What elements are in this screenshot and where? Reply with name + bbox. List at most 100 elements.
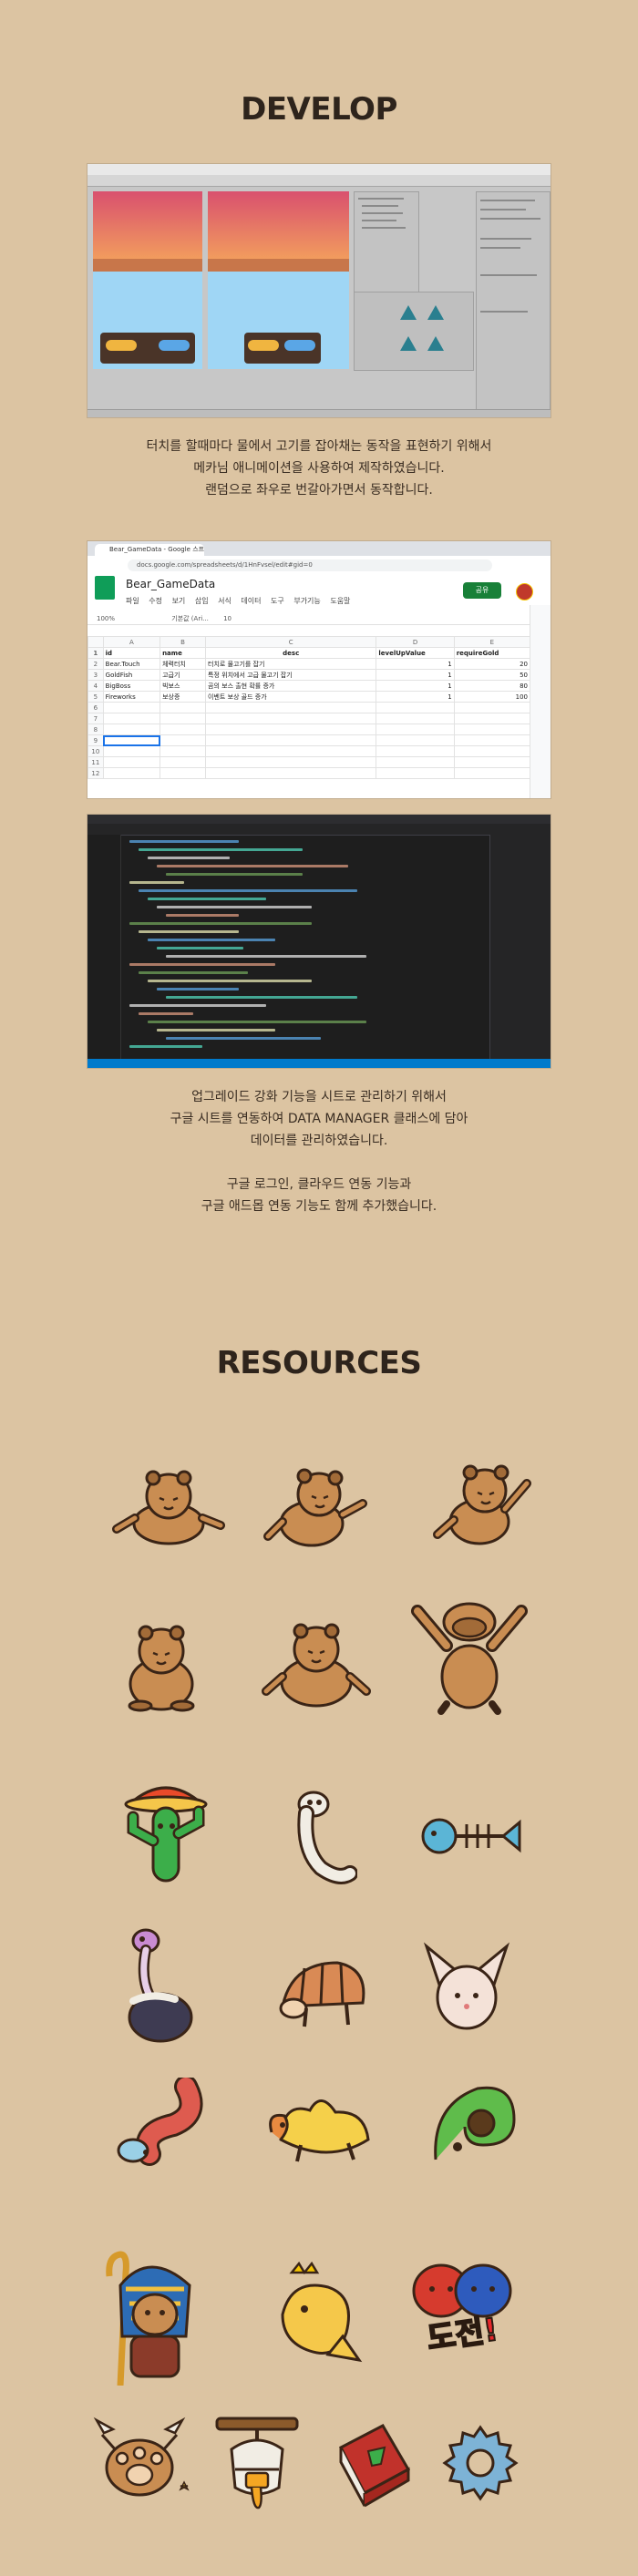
table-cell[interactable]: desc xyxy=(205,647,377,659)
menu-data[interactable]: 데이터 xyxy=(241,597,261,605)
row-header[interactable]: 9 xyxy=(87,734,104,746)
table-cell[interactable]: 빅보스 xyxy=(160,680,207,692)
menu-tools[interactable]: 도구 xyxy=(271,597,284,605)
font-select[interactable]: 기본값 (Ari... xyxy=(171,615,209,622)
row-header[interactable]: 6 xyxy=(87,702,104,713)
column-header[interactable]: A xyxy=(102,636,161,648)
selected-cell[interactable] xyxy=(102,734,161,746)
table-cell[interactable] xyxy=(102,724,161,735)
table-cell[interactable]: 곰의 보스 출현 확률 증가 xyxy=(205,680,377,692)
row-header[interactable]: 12 xyxy=(87,767,104,779)
table-cell[interactable]: 50 xyxy=(453,669,531,681)
column-header[interactable]: D xyxy=(376,636,455,648)
table-cell[interactable]: 특정 위치에서 고급 물고기 잡기 xyxy=(205,669,377,681)
browser-tab[interactable]: Bear_GameData - Google 스프 xyxy=(95,544,204,556)
row-header[interactable]: 11 xyxy=(87,756,104,768)
row-header[interactable]: 7 xyxy=(87,713,104,724)
table-cell[interactable]: 80 xyxy=(453,680,531,692)
column-header[interactable]: B xyxy=(160,636,207,648)
table-cell[interactable]: requireGold xyxy=(453,647,531,659)
table-cell[interactable] xyxy=(453,756,531,768)
table-cell[interactable] xyxy=(453,734,531,746)
table-cell[interactable] xyxy=(160,745,207,757)
code-line xyxy=(148,1021,366,1023)
table-cell[interactable] xyxy=(453,767,531,779)
honey-jar-icon xyxy=(215,2417,299,2509)
menu-insert[interactable]: 삽입 xyxy=(195,597,209,605)
table-cell[interactable] xyxy=(376,734,455,746)
google-sheet-screenshot: Bear_GameData - Google 스프 docs.google.co… xyxy=(87,541,551,798)
table-cell[interactable]: 20 xyxy=(453,658,531,670)
table-cell[interactable]: 1 xyxy=(376,658,455,670)
table-cell[interactable] xyxy=(376,724,455,735)
table-cell[interactable] xyxy=(102,756,161,768)
table-cell[interactable]: name xyxy=(160,647,207,659)
table-cell[interactable] xyxy=(102,745,161,757)
table-cell[interactable]: id xyxy=(102,647,161,659)
row-header[interactable]: 10 xyxy=(87,745,104,757)
table-cell[interactable]: GoldFish xyxy=(102,669,161,681)
menu-format[interactable]: 서식 xyxy=(218,597,232,605)
row-header[interactable]: 4 xyxy=(87,680,104,692)
sheet-toolbar: 100% 기본값 (Ari... 10 xyxy=(87,612,530,625)
table-cell[interactable]: 1 xyxy=(376,691,455,703)
row-header[interactable]: 8 xyxy=(87,724,104,735)
table-cell[interactable] xyxy=(376,767,455,779)
sheet-grid: A B C D E 1 id name desc levelUpValue re… xyxy=(87,636,531,779)
menu-help[interactable]: 도움말 xyxy=(330,597,350,605)
table-cell[interactable] xyxy=(205,745,377,757)
font-size-select[interactable]: 10 xyxy=(223,615,232,622)
table-cell[interactable] xyxy=(160,734,207,746)
table-cell[interactable] xyxy=(376,756,455,768)
zoom-select[interactable]: 100% xyxy=(97,615,115,622)
table-cell[interactable]: 체력터치 xyxy=(160,658,207,670)
table-cell[interactable]: BigBoss xyxy=(102,680,161,692)
table-cell[interactable]: 터치로 물고기를 잡기 xyxy=(205,658,377,670)
table-cell[interactable] xyxy=(453,713,531,724)
table-cell[interactable] xyxy=(160,767,207,779)
table-cell[interactable] xyxy=(102,702,161,713)
table-cell[interactable] xyxy=(376,745,455,757)
table-cell[interactable] xyxy=(453,724,531,735)
table-cell[interactable] xyxy=(376,713,455,724)
code-line xyxy=(166,996,357,999)
table-cell[interactable] xyxy=(376,702,455,713)
table-cell[interactable] xyxy=(160,724,207,735)
table-cell[interactable]: 이벤트 보상 골드 증가 xyxy=(205,691,377,703)
table-cell[interactable] xyxy=(205,767,377,779)
table-cell[interactable]: Fireworks xyxy=(102,691,161,703)
table-cell[interactable] xyxy=(102,767,161,779)
table-cell[interactable] xyxy=(453,702,531,713)
table-cell[interactable] xyxy=(205,756,377,768)
menu-file[interactable]: 파일 xyxy=(126,597,139,605)
sheet-document-title[interactable]: Bear_GameData xyxy=(126,578,215,590)
table-cell[interactable] xyxy=(160,702,207,713)
row-header[interactable]: 1 xyxy=(87,647,104,659)
table-cell[interactable] xyxy=(205,724,377,735)
menu-edit[interactable]: 수정 xyxy=(149,597,162,605)
table-cell[interactable]: 보상증 xyxy=(160,691,207,703)
table-cell[interactable]: 고급기 xyxy=(160,669,207,681)
row-header[interactable]: 3 xyxy=(87,669,104,681)
table-cell[interactable] xyxy=(160,756,207,768)
menu-view[interactable]: 보기 xyxy=(172,597,186,605)
row-header[interactable]: 5 xyxy=(87,691,104,703)
table-cell[interactable]: 1 xyxy=(376,669,455,681)
avatar[interactable] xyxy=(516,583,533,600)
table-cell[interactable] xyxy=(205,734,377,746)
column-header[interactable]: C xyxy=(205,636,377,648)
table-cell[interactable]: levelUpValue xyxy=(376,647,455,659)
browser-address-bar[interactable]: docs.google.com/spreadsheets/d/1HnFvsel/… xyxy=(128,559,492,571)
menu-addons[interactable]: 부가기능 xyxy=(293,597,320,605)
column-header[interactable]: E xyxy=(453,636,531,648)
row-header[interactable]: 2 xyxy=(87,658,104,670)
table-cell[interactable]: 100 xyxy=(453,691,531,703)
share-button[interactable]: 공유 xyxy=(463,582,501,599)
table-cell[interactable] xyxy=(205,713,377,724)
table-cell[interactable] xyxy=(102,713,161,724)
table-cell[interactable] xyxy=(205,702,377,713)
table-cell[interactable]: 1 xyxy=(376,680,455,692)
table-cell[interactable] xyxy=(160,713,207,724)
table-cell[interactable] xyxy=(453,745,531,757)
table-cell[interactable]: Bear.Touch xyxy=(102,658,161,670)
